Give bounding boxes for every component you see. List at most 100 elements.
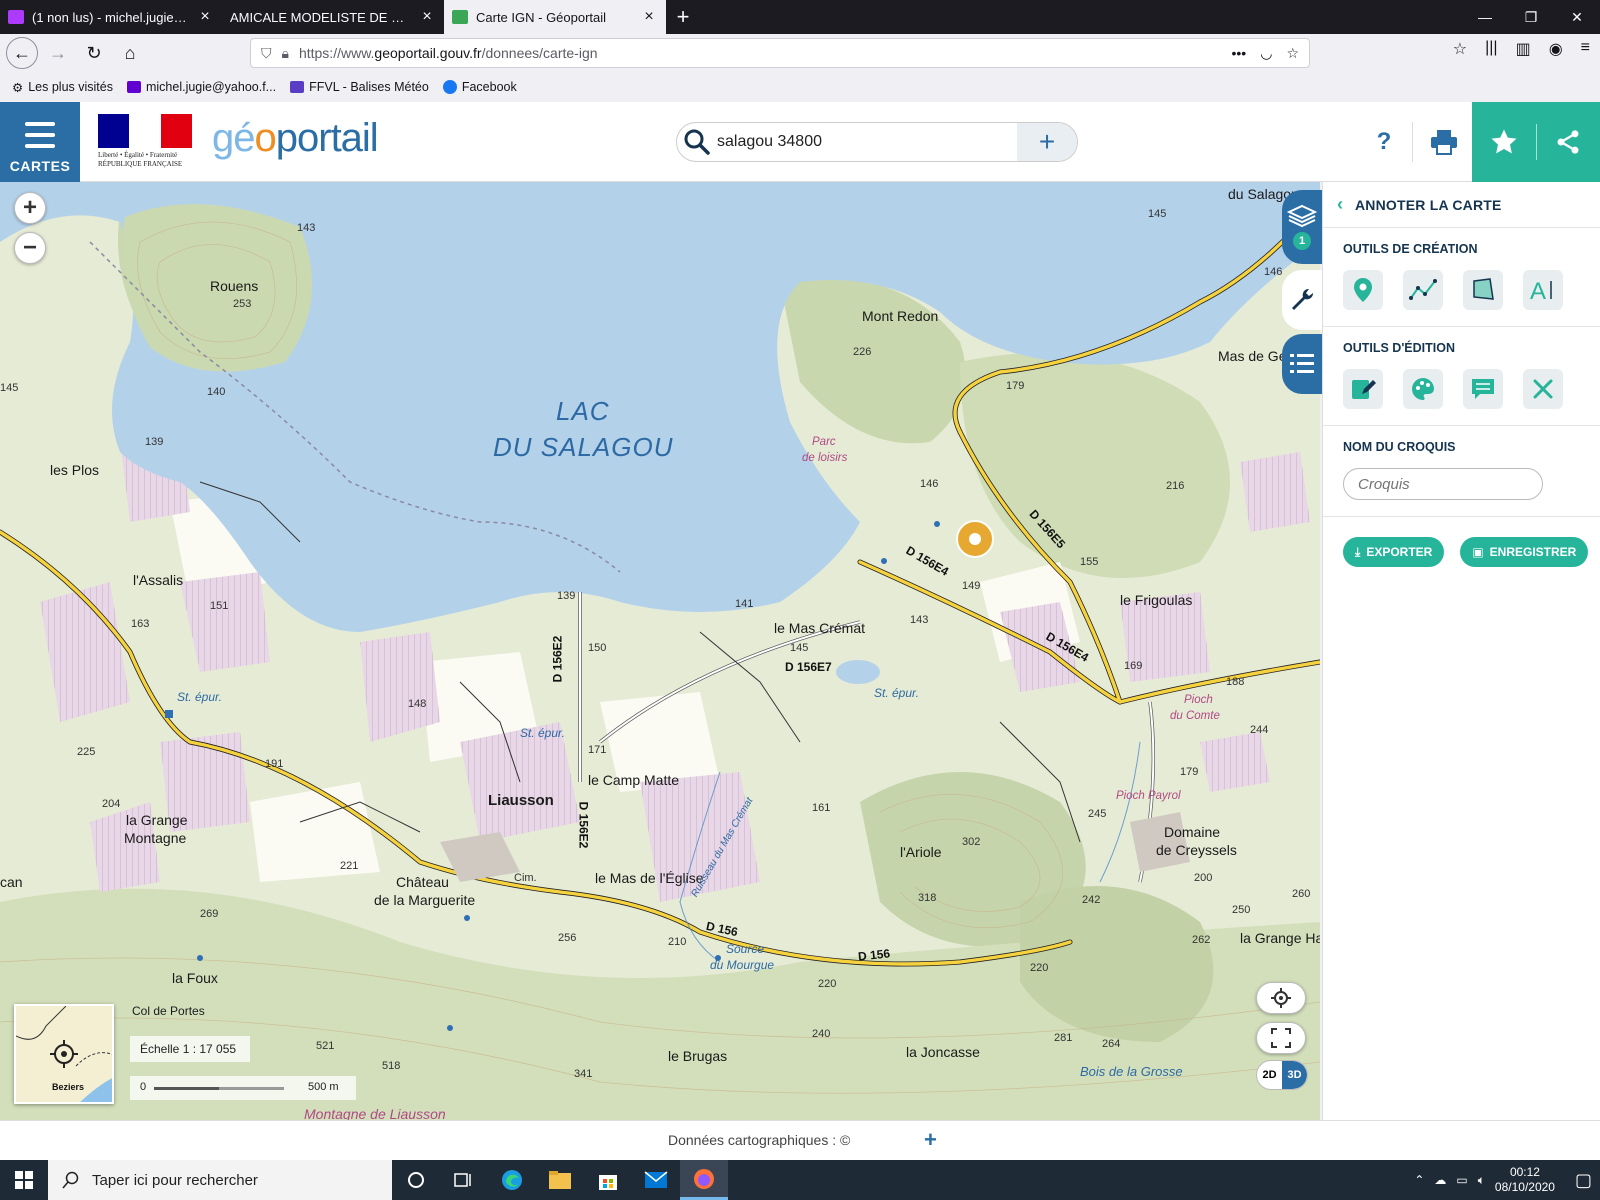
sidebar-icon[interactable]: ▥ [1516, 39, 1531, 59]
firefox-icon[interactable] [680, 1160, 728, 1200]
bookmark-star-icon[interactable]: ☆ [1286, 45, 1299, 62]
new-tab-icon[interactable]: + [666, 0, 700, 34]
browser-tab-amicale[interactable]: AMICALE MODELISTE DE LA VALLEE × [222, 0, 444, 34]
url-bar[interactable]: ⛉ 🔒︎ https://www.geoportail.gouv.fr/donn… [250, 38, 1310, 68]
edge-icon[interactable] [488, 1160, 536, 1200]
close-tab-icon[interactable]: × [196, 8, 214, 26]
tab-label: (1 non lus) - michel.jugie@yahoo.fr [32, 9, 188, 25]
draw-point-button[interactable] [1343, 270, 1383, 310]
layers-icon [1287, 204, 1317, 228]
close-window-icon[interactable]: ✕ [1554, 0, 1600, 34]
search-icon[interactable] [677, 129, 717, 155]
tab-label: Carte IGN - Géoportail [476, 9, 607, 25]
export-button[interactable]: ⤓ EXPORTER [1343, 537, 1445, 567]
sketch-name-input[interactable] [1343, 468, 1543, 500]
library-icon[interactable]: ||| [1485, 39, 1497, 59]
bookmark-most-visited[interactable]: ⚙ Les plus visités [12, 80, 113, 95]
republique-francaise-logo[interactable]: Liberté • Égalité • Fraternité RÉPUBLIQUE… [98, 114, 192, 172]
volume-icon[interactable]: 🔈︎ [1478, 1173, 1485, 1188]
legend-tab[interactable] [1282, 334, 1322, 394]
style-button[interactable] [1403, 369, 1443, 409]
taskbar-search[interactable]: Taper ici pour rechercher [48, 1160, 392, 1200]
comment-button[interactable] [1463, 369, 1503, 409]
chevron-up-icon[interactable]: ⌃ [1414, 1173, 1424, 1187]
minimize-icon[interactable]: — [1462, 0, 1508, 34]
map-label: du Mourgue [710, 958, 775, 972]
close-tab-icon[interactable]: × [418, 8, 436, 26]
map-label: 139 [145, 436, 164, 448]
cortana-icon[interactable] [392, 1160, 440, 1200]
pocket-icon[interactable]: ◡ [1260, 45, 1272, 62]
credits-expand-icon[interactable]: + [924, 1127, 937, 1153]
overview-minimap[interactable]: Beziers [14, 1004, 114, 1104]
print-button[interactable] [1424, 122, 1464, 162]
map-label: 518 [382, 1060, 401, 1072]
mail-icon[interactable] [632, 1160, 680, 1200]
map-label: 140 [207, 386, 226, 398]
favorites-share-block [1472, 102, 1600, 182]
favorites-button[interactable] [1472, 102, 1536, 182]
comment-icon [1472, 379, 1494, 399]
zoom-out-button[interactable]: − [14, 232, 46, 264]
account-icon[interactable]: ◉ [1549, 39, 1563, 59]
close-tab-icon[interactable]: × [640, 8, 658, 26]
share-button[interactable] [1536, 102, 1600, 182]
forward-icon[interactable]: → [42, 37, 74, 69]
layers-tab[interactable]: 1 [1282, 190, 1322, 264]
search-input[interactable] [717, 133, 1017, 151]
map-label: 240 [812, 1028, 831, 1040]
delete-button[interactable] [1523, 369, 1563, 409]
map-label: 200 [1194, 872, 1213, 884]
reading-list-icon[interactable]: ☆ [1453, 39, 1467, 59]
tools-tab[interactable] [1282, 270, 1322, 330]
bookmark-ffvl[interactable]: FFVL - Balises Météo [290, 80, 429, 94]
map-label: 146 [1264, 266, 1283, 278]
store-icon[interactable] [584, 1160, 632, 1200]
page-actions-icon[interactable]: ••• [1232, 45, 1247, 62]
shield-icon[interactable]: ⛉ [261, 45, 272, 62]
help-button[interactable]: ? [1366, 122, 1402, 162]
chevron-left-icon[interactable]: ‹ [1337, 194, 1343, 215]
map-view[interactable]: LAC DU SALAGOU Rouens 253 143 140 139 le… [0, 182, 1320, 1120]
task-view-icon[interactable] [440, 1160, 488, 1200]
map-label: St. épur. [874, 686, 919, 700]
notifications-icon[interactable]: ▢ [1575, 1170, 1592, 1191]
reload-icon[interactable]: ↻ [78, 37, 110, 69]
browser-tab-geoportail[interactable]: Carte IGN - Géoportail × [444, 0, 666, 34]
geolocate-icon [1271, 988, 1291, 1008]
cartes-menu-button[interactable]: CARTES [0, 102, 80, 182]
back-icon[interactable]: ← [6, 37, 38, 69]
browser-tab-mail[interactable]: (1 non lus) - michel.jugie@yahoo.fr × [0, 0, 222, 34]
2d-3d-toggle[interactable]: 2D 3D [1256, 1060, 1308, 1090]
map-label: 148 [408, 698, 427, 710]
network-icon[interactable]: ▭ [1456, 1173, 1467, 1187]
draw-line-button[interactable] [1403, 270, 1443, 310]
map-label: 281 [1054, 1032, 1073, 1044]
bookmark-yahoo-mail[interactable]: michel.jugie@yahoo.f... [126, 80, 276, 94]
3d-option[interactable]: 3D [1282, 1061, 1307, 1089]
restore-icon[interactable]: ❐ [1508, 0, 1554, 34]
fullscreen-button[interactable] [1256, 1022, 1306, 1054]
geoportail-logo[interactable]: géoportail [212, 116, 379, 161]
2d-option[interactable]: 2D [1257, 1061, 1282, 1089]
draw-polygon-button[interactable] [1463, 270, 1503, 310]
save-button[interactable]: ▣ ENREGISTRER [1460, 537, 1589, 567]
draw-text-button[interactable]: A [1523, 270, 1563, 310]
geolocate-button[interactable] [1256, 982, 1306, 1014]
edit-shape-button[interactable] [1343, 369, 1383, 409]
app-menu-icon[interactable]: ≡ [1581, 39, 1590, 59]
clock[interactable]: 00:12 08/10/2020 [1495, 1165, 1555, 1195]
lock-icon[interactable]: 🔒︎ [282, 45, 289, 62]
map-label: 260 [1292, 888, 1311, 900]
map-label: 145 [1148, 208, 1167, 220]
home-icon[interactable]: ⌂ [114, 37, 146, 69]
cloud-icon[interactable]: ☁ [1434, 1173, 1446, 1187]
advanced-search-plus-icon[interactable]: + [1017, 123, 1077, 161]
zoom-in-button[interactable]: + [14, 192, 46, 224]
map-label: 220 [818, 978, 837, 990]
windows-start-icon[interactable] [0, 1160, 48, 1200]
bookmark-facebook[interactable]: Facebook [442, 80, 517, 94]
section-title: OUTILS D'ÉDITION [1343, 341, 1455, 355]
panel-header[interactable]: ‹ ANNOTER LA CARTE [1323, 182, 1600, 228]
file-explorer-icon[interactable] [536, 1160, 584, 1200]
